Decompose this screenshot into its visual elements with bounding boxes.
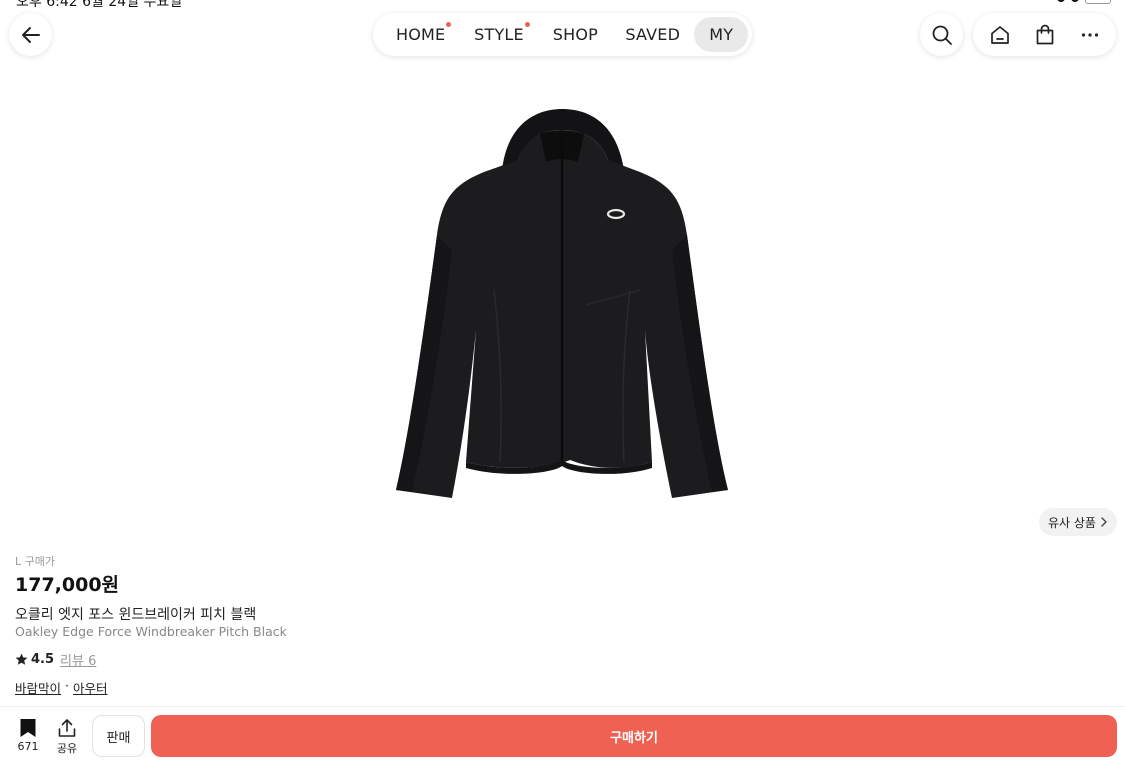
battery-icon [1085, 0, 1111, 4]
notification-dot [524, 22, 530, 27]
action-icons [973, 13, 1116, 56]
product-price: 177,000원 [15, 574, 120, 596]
share-icon [58, 719, 76, 737]
home-button[interactable] [980, 15, 1020, 55]
buy-button-label: 구매하기 [610, 730, 658, 746]
tab-style-label: STYLE [474, 25, 524, 44]
search-button[interactable] [920, 13, 963, 56]
product-name-english: Oakley Edge Force Windbreaker Pitch Blac… [15, 624, 287, 639]
back-arrow-icon [21, 26, 40, 43]
tab-home[interactable]: HOME [377, 17, 464, 52]
bookmark-icon [20, 719, 36, 737]
status-time: 오후 6:42 6월 24일 수요일 [16, 0, 183, 10]
notification-dot [446, 22, 452, 27]
tab-saved[interactable]: SAVED [617, 17, 688, 52]
search-icon [932, 25, 952, 45]
buy-button[interactable]: 구매하기 [151, 715, 1117, 757]
similar-products-label: 유사 상품 [1048, 515, 1096, 530]
product-image[interactable] [390, 100, 735, 505]
review-link[interactable]: 리뷰 6 [60, 650, 96, 669]
bookmark-count: 671 [17, 740, 39, 753]
cart-button[interactable] [1025, 15, 1065, 55]
bottom-divider [0, 706, 1125, 707]
similar-products-button[interactable]: 유사 상품 [1039, 508, 1117, 536]
focus-icon [1071, 0, 1079, 2]
share-button[interactable]: 공유 [51, 718, 83, 758]
chevron-right-icon [1101, 517, 1107, 527]
tab-saved-label: SAVED [625, 25, 681, 44]
product-name-korean: 오클리 엣지 포스 윈드브레이커 피치 블랙 [15, 607, 257, 623]
home-icon [990, 25, 1009, 44]
star-icon [15, 653, 28, 665]
shopping-bag-icon [1036, 24, 1053, 44]
sell-button[interactable]: 판매 [92, 715, 145, 757]
category-breadcrumb: 바람막이 · 아우터 [15, 678, 108, 697]
product-rating: 4.5 리뷰 6 [15, 650, 96, 669]
tab-my-label: MY [709, 25, 734, 44]
more-icon [1081, 32, 1098, 37]
tab-home-label: HOME [395, 25, 446, 44]
rating-value: 4.5 [31, 652, 55, 667]
category-separator: · [65, 678, 69, 693]
sell-button-label: 판매 [106, 730, 131, 746]
category-link-outer[interactable]: 아우터 [73, 678, 108, 697]
main-nav: HOME STYLE SHOP SAVED MY [373, 13, 752, 56]
back-button[interactable] [9, 13, 52, 56]
tab-shop-label: SHOP [552, 25, 598, 44]
tab-my[interactable]: MY [694, 17, 748, 52]
product-detail-page: 오후 6:42 6월 24일 수요일 HOME STYLE SHOP SAVED… [0, 0, 1125, 765]
category-link-windbreaker[interactable]: 바람막이 [15, 678, 61, 697]
status-indicators [1057, 0, 1111, 4]
bookmark-button[interactable]: 671 [12, 718, 44, 758]
wifi-icon [1057, 0, 1065, 2]
tab-style[interactable]: STYLE [464, 17, 533, 52]
size-price-label: L 구매가 [15, 555, 55, 568]
tab-shop[interactable]: SHOP [534, 17, 617, 52]
windbreaker-jacket-image [396, 109, 728, 498]
more-button[interactable] [1070, 15, 1110, 55]
share-label: 공유 [56, 742, 78, 755]
